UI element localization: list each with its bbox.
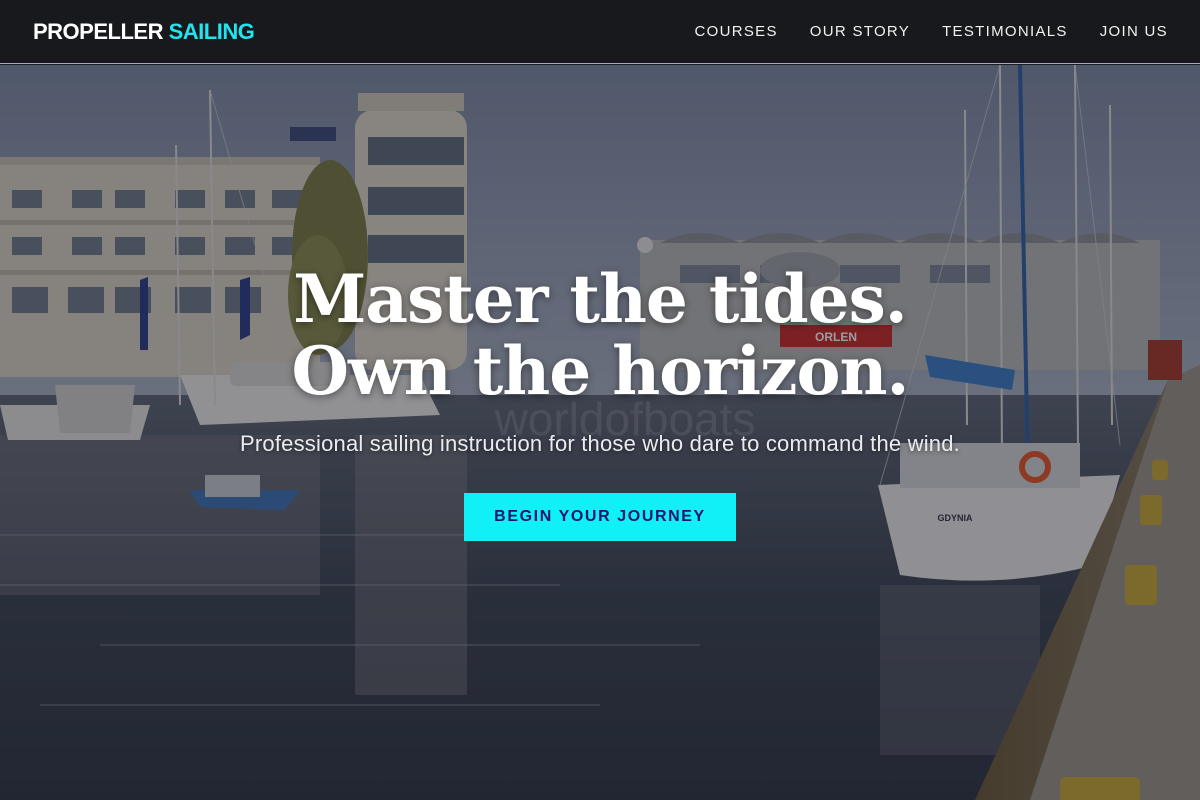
nav-item: TESTIMONIALS	[942, 23, 1068, 41]
nav-item: COURSES	[694, 23, 777, 41]
nav-link-courses[interactable]: COURSES	[694, 23, 777, 40]
nav-link-our-story[interactable]: OUR STORY	[810, 23, 910, 40]
nav-link-join-us[interactable]: JOIN US	[1100, 23, 1168, 40]
top-navbar: PROPELLER SAILING COURSES OUR STORY TEST…	[0, 0, 1200, 64]
brand-logo[interactable]: PROPELLER SAILING	[33, 18, 255, 45]
hero-headline: Master the tides. Own the horizon.	[0, 263, 1200, 407]
begin-journey-button[interactable]: BEGIN YOUR JOURNEY	[464, 493, 736, 541]
nav-link-testimonials[interactable]: TESTIMONIALS	[942, 23, 1068, 40]
brand-name-accent: SAILING	[168, 18, 255, 44]
hero-headline-line-1: Master the tides.	[293, 260, 907, 338]
landing-page: PROPELLER SAILING COURSES OUR STORY TEST…	[0, 0, 1200, 800]
nav-item: JOIN US	[1100, 23, 1168, 41]
nav-item: OUR STORY	[810, 23, 910, 41]
hero-headline-line-2: Own the horizon.	[291, 332, 909, 410]
brand-name-primary: PROPELLER	[33, 18, 163, 44]
hero-subtitle: Professional sailing instruction for tho…	[240, 431, 960, 456]
hero-section: ORLEN GDYNIA worldofboats Master the tid…	[0, 65, 1200, 800]
nav-menu: COURSES OUR STORY TESTIMONIALS JOIN US	[694, 23, 1168, 41]
hero-content: Master the tides. Own the horizon. Profe…	[0, 263, 1200, 541]
